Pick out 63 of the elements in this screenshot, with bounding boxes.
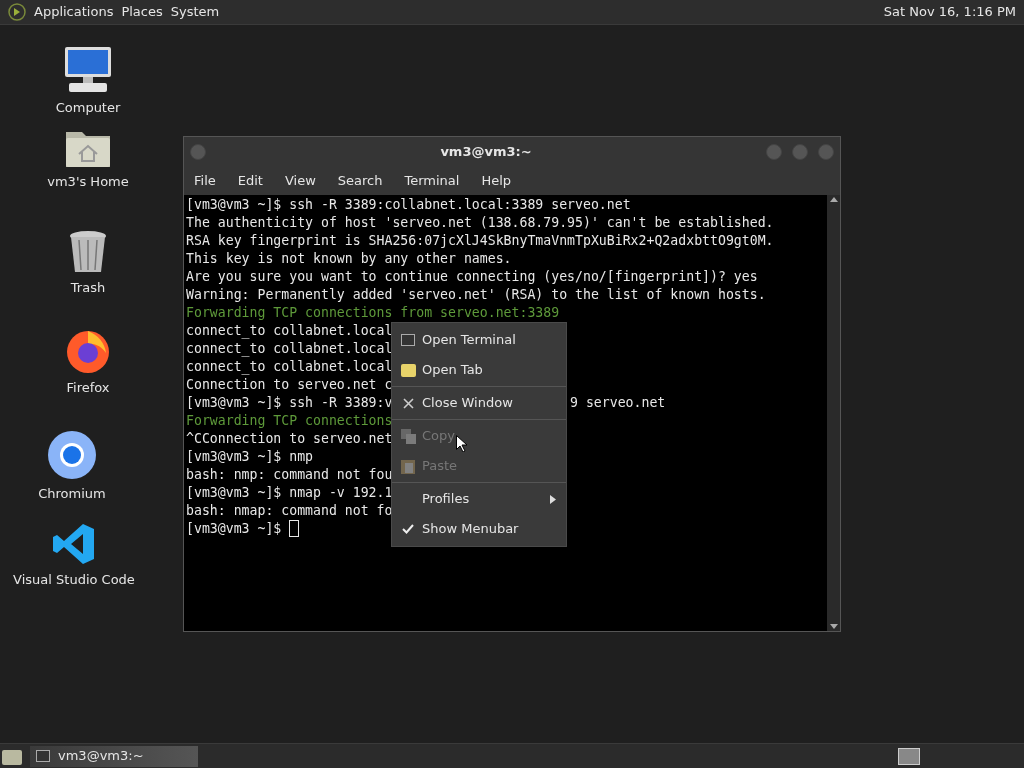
terminal-line: Forwarding TCP connections from serveo.net:3389 [186, 304, 560, 322]
menubar-item[interactable]: View [284, 171, 316, 191]
folder-icon [400, 363, 416, 377]
checkmark-icon [402, 524, 414, 534]
terminal-line: connect_to collabnet.local [186, 340, 393, 358]
terminal-line: Connection to serveo.net c [186, 376, 393, 394]
terminal-line: Are you sure you want to continue connecting (yes/no/[fingerprint])? yes [186, 268, 758, 286]
desktop-icon-label[interactable]: Computer [55, 98, 121, 118]
terminal-line: connect_to collabnet.local [186, 322, 393, 340]
panel-menu[interactable]: Applications [34, 2, 114, 22]
trash-icon [69, 230, 107, 274]
terminal-line: The authenticity of host 'serveo.net (138.68.79.95)' can't be established. [186, 214, 774, 232]
terminal-line: [vm3@vm3 ~]$ ssh -R 3389:v [186, 394, 393, 412]
desktop-icon-label[interactable]: Chromium [38, 484, 106, 504]
taskbar-window-button[interactable]: vm3@vm3:~ [30, 745, 198, 767]
scrollbar[interactable] [827, 195, 840, 631]
close-icon [402, 397, 414, 409]
terminal-line: [vm3@vm3 ~]$ [186, 520, 283, 538]
desktop-icon-label[interactable]: Firefox [66, 378, 110, 398]
menu-item[interactable]: Show Menubar [392, 514, 566, 544]
panel-menu[interactable]: System [170, 2, 220, 22]
terminal-line: Forwarding TCP connections [186, 412, 393, 430]
copy-icon [400, 428, 416, 444]
terminal-line: [vm3@vm3 ~]$ ssh -R 3389:collabnet.local:3389 serveo.net [186, 196, 631, 214]
menubar-item[interactable]: Search [337, 171, 383, 191]
terminal-line: [vm3@vm3 ~]$ nmp [186, 448, 314, 466]
menubar-item[interactable]: Terminal [404, 171, 460, 191]
terminal-line: bash: nmp: command not fou [186, 466, 393, 484]
terminal-line: This key is not known by any other names. [186, 250, 512, 268]
menu-item[interactable]: Profiles [392, 484, 566, 514]
menubar-item[interactable]: Help [481, 171, 512, 191]
computer-icon [63, 46, 113, 94]
terminal-line: ^CConnection to serveo.net [186, 430, 393, 448]
scroll-up-icon[interactable] [829, 197, 838, 202]
terminal-line: [vm3@vm3 ~]$ nmap -v 192.1 [186, 484, 393, 502]
terminal-line: Warning: Permanently added 'serveo.net' (RSA) to the list of known hosts. [186, 286, 766, 304]
scroll-down-icon[interactable] [829, 624, 838, 629]
terminal-line: bash: nmap: command not fo [186, 502, 393, 520]
menu-item[interactable]: Open Terminal [392, 325, 566, 355]
terminal-line: 9 serveo.net [570, 394, 666, 412]
panel-menu[interactable]: Places [121, 2, 163, 22]
desktop-icon-label[interactable]: Trash [70, 278, 106, 298]
paste-icon [401, 458, 415, 474]
chromium-icon [47, 430, 97, 480]
terminal-line: RSA key fingerprint is SHA256:07jcXlJ4SkBnyTmaVnmTpXuBiRx2+Q2adxbttO9gt0M. [186, 232, 774, 250]
clock[interactable]: Sat Nov 16, 1:16 PM [883, 2, 1016, 22]
menu-item[interactable]: Open Tab [392, 355, 566, 385]
terminal-icon [36, 750, 50, 762]
terminal-icon [401, 334, 415, 346]
desktop-icon-label[interactable]: Visual Studio Code [13, 570, 135, 590]
code-editor-icon [52, 522, 96, 566]
workspace-switcher[interactable] [898, 747, 920, 765]
distro-logo-icon[interactable] [8, 3, 26, 21]
mouse-pointer-icon [456, 435, 467, 452]
window-title: vm3@vm3:~ [439, 143, 533, 162]
text-cursor [289, 520, 300, 537]
show-desktop-icon[interactable] [2, 747, 22, 765]
menubar-item[interactable]: Edit [237, 171, 263, 191]
menubar-item[interactable]: File [194, 171, 216, 191]
desktop-icon-label[interactable]: vm3's Home [47, 172, 129, 192]
menu-item[interactable]: Close Window [392, 388, 566, 418]
submenu-arrow-icon [550, 494, 556, 504]
terminal-line: connect_to collabnet.local [186, 358, 393, 376]
